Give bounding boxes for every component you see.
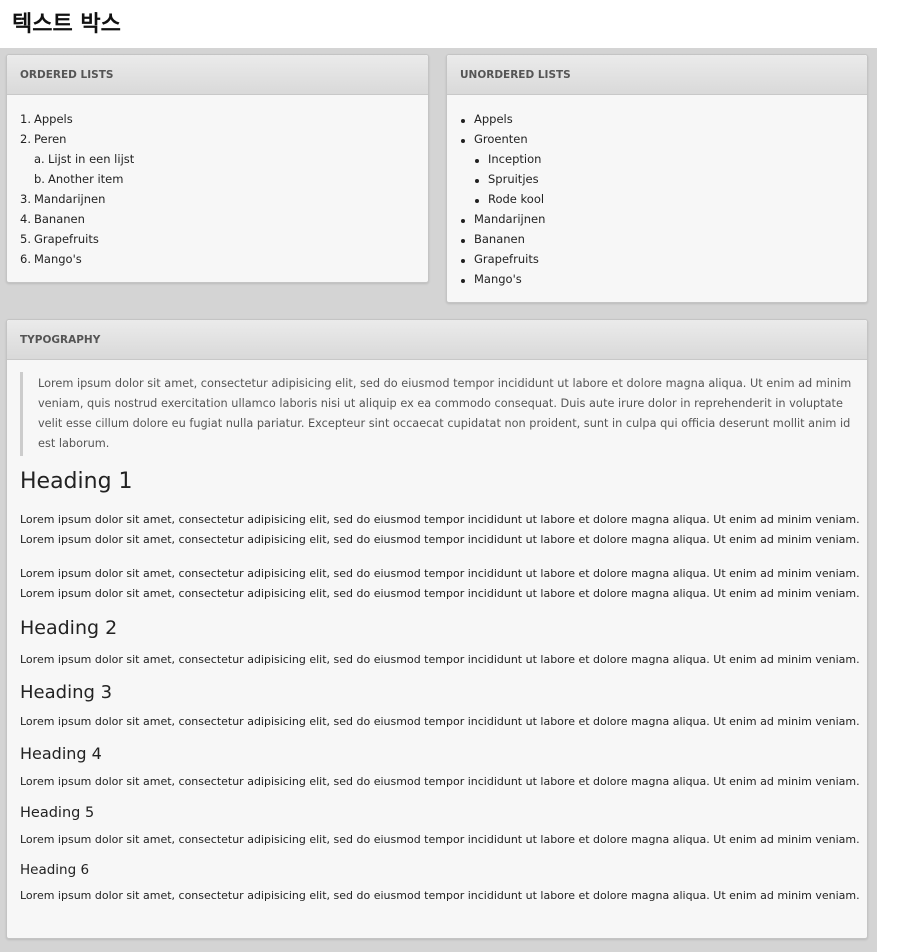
heading-1: Heading 1 xyxy=(20,469,133,494)
list-item-label: Appels xyxy=(34,112,73,126)
nested-list-item: Rode kool xyxy=(460,189,854,209)
list-item-label: Mango's xyxy=(34,252,82,266)
paragraph-line: Lorem ipsum dolor sit amet, consectetur … xyxy=(20,533,860,546)
nested-list-item: a. Lijst in een lijst xyxy=(20,149,415,169)
list-item-label: Inception xyxy=(488,152,542,166)
list-item-label: Another item xyxy=(48,172,124,186)
page-title: 텍스트 박스 xyxy=(12,12,121,37)
list-item-label: Lijst in een lijst xyxy=(48,152,135,166)
list-item: 5. Grapefruits xyxy=(20,229,415,249)
paragraph: Lorem ipsum dolor sit amet, consectetur … xyxy=(20,715,860,728)
paragraph-line: Lorem ipsum dolor sit amet, consectetur … xyxy=(20,567,860,580)
ordered-lists-panel: ORDERED LISTS 1. Appels 2. Peren a. Lijst i… xyxy=(6,54,429,283)
list-marker: b. xyxy=(34,172,45,186)
heading-2: Heading 2 xyxy=(20,617,118,639)
list-marker: a. xyxy=(34,152,45,166)
list-marker: 2. xyxy=(20,132,31,146)
blockquote: Lorem ipsum dolor sit amet, consectetur … xyxy=(20,372,854,456)
list-item: 2. Peren xyxy=(20,129,415,149)
list-marker: 1. xyxy=(20,112,31,126)
list-item: 6. Mango's xyxy=(20,249,415,269)
list-item: Bananen xyxy=(460,229,854,249)
heading-3: Heading 3 xyxy=(20,682,113,703)
list-item: 4. Bananen xyxy=(20,209,415,229)
list-item-label: Rode kool xyxy=(488,192,545,206)
heading-6: Heading 6 xyxy=(20,862,90,878)
list-item: 1. Appels xyxy=(20,109,415,129)
list-item-label: Mandarijnen xyxy=(34,192,106,206)
list-item: Appels xyxy=(460,109,854,129)
nested-list-item: Spruitjes xyxy=(460,169,854,189)
list-item-label: Spruitjes xyxy=(488,172,539,186)
list-marker: 5. xyxy=(20,232,31,246)
paragraph-line: Lorem ipsum dolor sit amet, consectetur … xyxy=(20,587,860,600)
list-item-label: Grapefruits xyxy=(34,232,99,246)
paragraph: Lorem ipsum dolor sit amet, consectetur … xyxy=(20,653,860,666)
paragraph: Lorem ipsum dolor sit amet, consectetur … xyxy=(20,564,860,604)
list-item: 3. Mandarijnen xyxy=(20,189,415,209)
content-area: ORDERED LISTS 1. Appels 2. Peren a. Lijst i… xyxy=(0,48,877,952)
list-item-label: Mango's xyxy=(474,272,522,286)
list-item-label: Peren xyxy=(34,132,67,146)
list-item-label: Mandarijnen xyxy=(474,212,546,226)
paragraph: Lorem ipsum dolor sit amet, consectetur … xyxy=(20,889,860,902)
list-marker: 3. xyxy=(20,192,31,206)
list-marker: 4. xyxy=(20,212,31,226)
list-item-label: Appels xyxy=(474,112,513,126)
list-item-label: Bananen xyxy=(474,232,525,246)
heading-5: Heading 5 xyxy=(20,805,95,821)
list-item-label: Grapefruits xyxy=(474,252,539,266)
unordered-list: Appels Groenten Inception Spruitjes Rode… xyxy=(460,109,854,289)
panel-header: ORDERED LISTS xyxy=(7,55,428,95)
typography-panel: TYPOGRAPHY Lorem ipsum dolor sit amet, c… xyxy=(6,319,868,939)
list-marker: 6. xyxy=(20,252,31,266)
list-item-label: Groenten xyxy=(474,132,528,146)
panel-header: TYPOGRAPHY xyxy=(7,320,867,360)
nested-list-item: b. Another item xyxy=(20,169,415,189)
unordered-lists-panel: UNORDERED LISTS Appels Groenten Inceptio… xyxy=(446,54,868,303)
paragraph: Lorem ipsum dolor sit amet, consectetur … xyxy=(20,510,860,550)
paragraph: Lorem ipsum dolor sit amet, consectetur … xyxy=(20,775,860,788)
paragraph: Lorem ipsum dolor sit amet, consectetur … xyxy=(20,833,860,846)
list-item: Mango's xyxy=(460,269,854,289)
list-item: Mandarijnen xyxy=(460,209,854,229)
list-item: Groenten xyxy=(460,129,854,149)
list-item: Grapefruits xyxy=(460,249,854,269)
nested-list-item: Inception xyxy=(460,149,854,169)
panel-header: UNORDERED LISTS xyxy=(447,55,867,95)
heading-4: Heading 4 xyxy=(20,744,102,763)
paragraph-line: Lorem ipsum dolor sit amet, consectetur … xyxy=(20,513,860,526)
list-item-label: Bananen xyxy=(34,212,85,226)
ordered-list: 1. Appels 2. Peren a. Lijst in een lijst b.… xyxy=(20,109,415,269)
